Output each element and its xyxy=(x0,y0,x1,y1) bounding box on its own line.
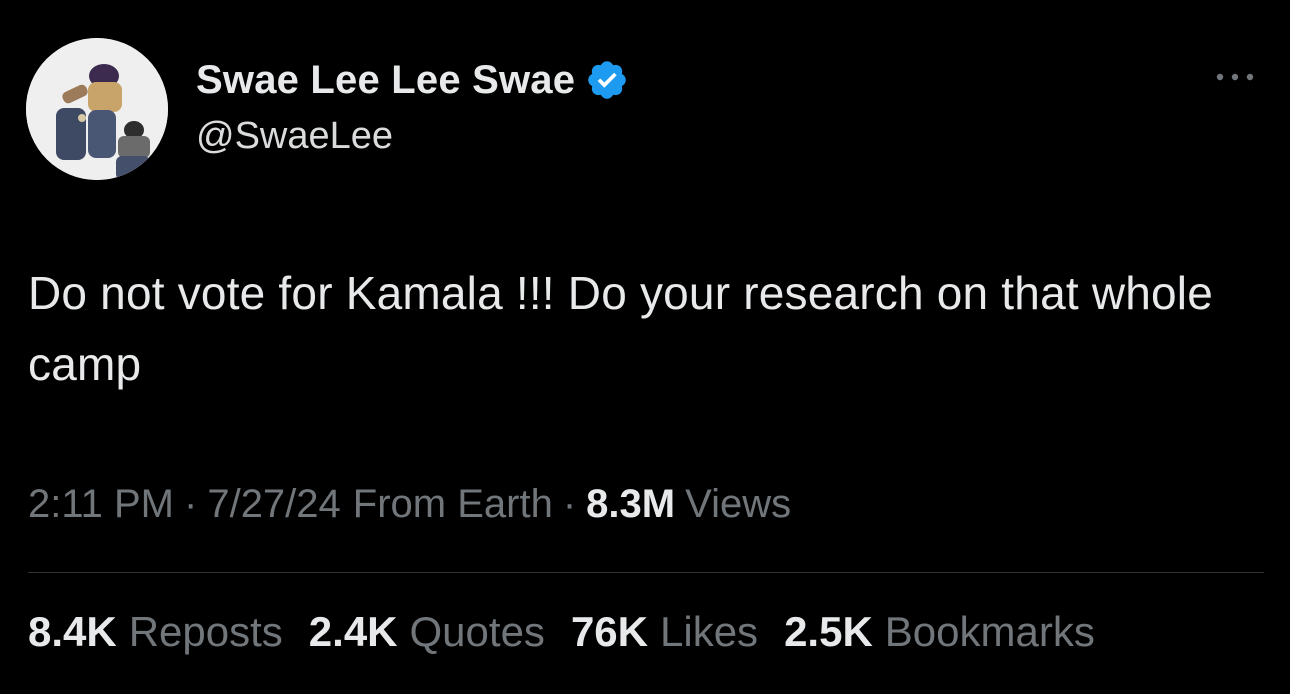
stat-label: Quotes xyxy=(409,608,545,655)
tweet-meta: 2:11 PM · 7/27/24 From Earth · 8.3M View… xyxy=(28,482,791,527)
engagement-stats: 8.4K Reposts 2.4K Quotes 76K Likes 2.5K … xyxy=(28,608,1095,656)
meta-separator-2: · xyxy=(562,482,577,526)
stat-label: Bookmarks xyxy=(884,608,1095,655)
stat-quotes[interactable]: 2.4K Quotes xyxy=(309,608,545,656)
meta-separator: · xyxy=(184,482,198,526)
stat-label: Likes xyxy=(660,608,759,655)
stat-likes[interactable]: 76K Likes xyxy=(571,608,758,656)
divider xyxy=(28,572,1264,573)
stat-count: 2.5K xyxy=(784,608,873,655)
profile-photo xyxy=(26,38,168,180)
more-dots-icon[interactable] xyxy=(1210,62,1260,92)
tweet-card: Swae Lee Lee Swae @SwaeLee Do not vote f… xyxy=(0,0,1290,694)
views-count[interactable]: 8.3M xyxy=(586,482,675,527)
views-label: Views xyxy=(685,482,792,526)
stat-label: Reposts xyxy=(128,608,283,655)
tweet-time[interactable]: 2:11 PM xyxy=(28,482,174,527)
author-handle[interactable]: @SwaeLee xyxy=(196,115,393,158)
stat-count: 8.4K xyxy=(28,608,117,655)
tweet-location: From Earth xyxy=(352,482,553,526)
verified-badge-icon xyxy=(585,58,629,102)
tweet-text: Do not vote for Kamala !!! Do your resea… xyxy=(28,267,1214,390)
stat-count: 76K xyxy=(570,608,648,655)
stat-count: 2.4K xyxy=(308,608,398,655)
tweet-date[interactable]: 7/27/24 xyxy=(207,482,340,527)
author-display-name[interactable]: Swae Lee Lee Swae xyxy=(196,58,575,103)
avatar[interactable] xyxy=(26,38,168,180)
author-name-row: Swae Lee Lee Swae xyxy=(196,55,629,105)
stat-bookmarks[interactable]: 2.5K Bookmarks xyxy=(784,608,1095,656)
stat-reposts[interactable]: 8.4K Reposts xyxy=(28,608,283,656)
